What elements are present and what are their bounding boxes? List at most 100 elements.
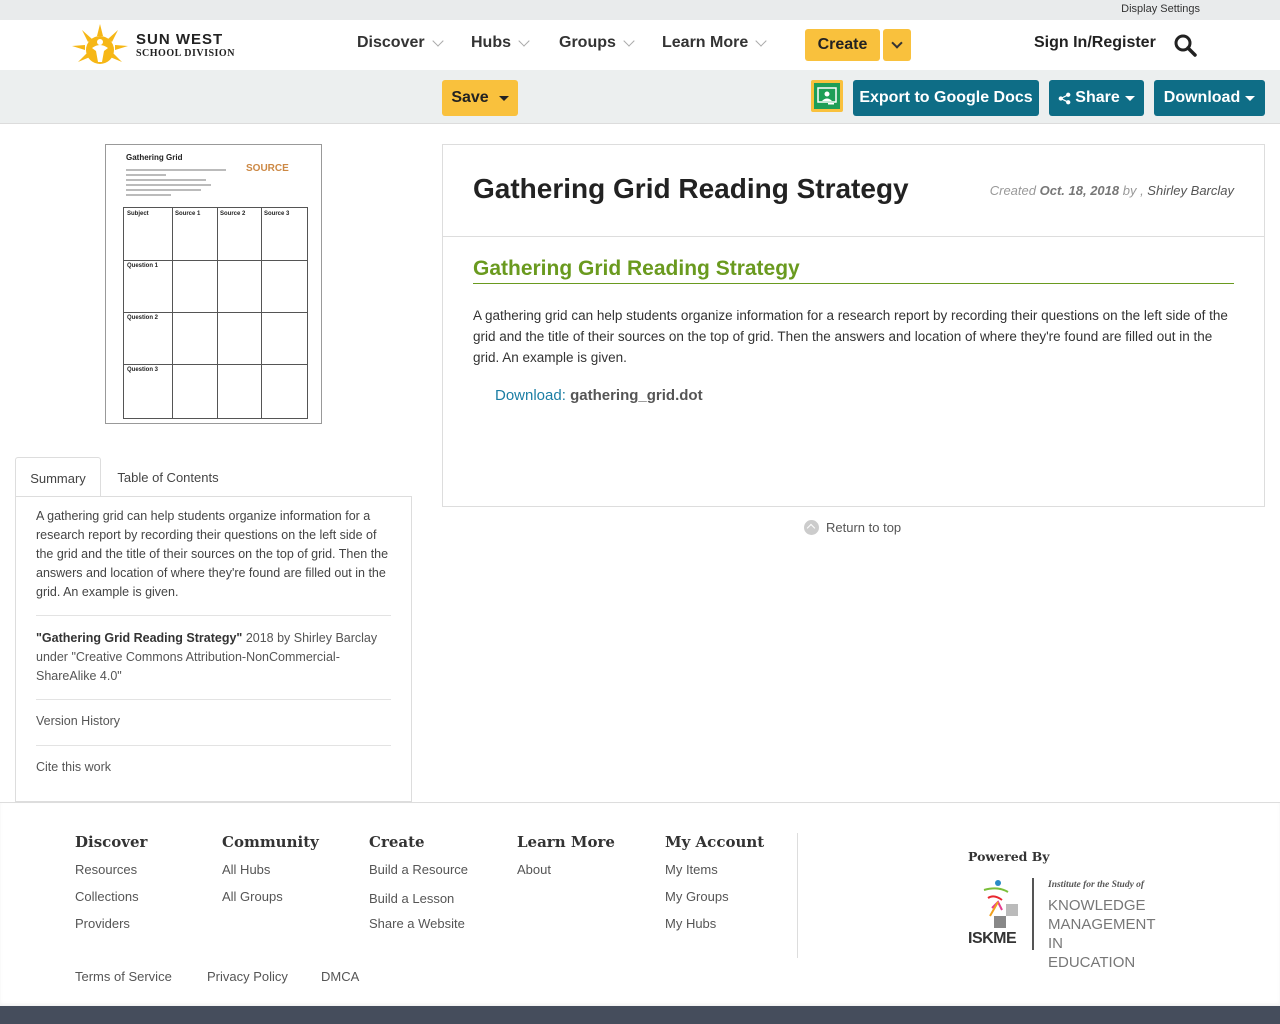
footer-heading: Learn More	[517, 833, 615, 851]
download-attachment-label[interactable]: Download:	[495, 387, 566, 404]
grid-row-label: Question 1	[127, 263, 159, 269]
footer-link-providers[interactable]: Providers	[75, 916, 147, 931]
iskme-name-line: MANAGEMENT IN	[1048, 916, 1156, 952]
summary-panel: A gathering grid can help students organ…	[15, 496, 412, 802]
footer-link-my-hubs[interactable]: My Hubs	[665, 916, 764, 931]
footer-bottom-bar	[0, 1006, 1280, 1024]
created-prefix: Created	[989, 183, 1040, 198]
nav-groups-label: Groups	[559, 34, 616, 51]
footer-link-resources[interactable]: Resources	[75, 862, 147, 877]
author-link[interactable]: Shirley Barclay	[1147, 183, 1234, 198]
iskme-name-line: EDUCATION	[1048, 954, 1136, 971]
return-to-top-link[interactable]: Return to top	[804, 520, 901, 535]
footer-link-about[interactable]: About	[517, 862, 615, 877]
iskme-acronym: ISKME	[968, 930, 1017, 947]
download-button-label: Download	[1163, 89, 1241, 106]
tab-summary[interactable]: Summary	[15, 457, 101, 498]
attribution-title: "Gathering Grid Reading Strategy"	[36, 631, 243, 645]
resource-card: Gathering Grid Reading Strategy Created …	[442, 144, 1265, 507]
footer-col-community: Community All Hubs All Groups	[222, 833, 319, 914]
brand-name: SUN WEST	[136, 30, 224, 48]
nav-groups[interactable]: Groups	[559, 34, 635, 52]
footer-heading: My Account	[665, 833, 765, 851]
created-date: Oct. 18, 2018	[1039, 183, 1120, 198]
version-history-link[interactable]: Version History	[36, 714, 120, 728]
created-info: Created Oct. 18, 2018 by , Shirley Barcl…	[990, 183, 1234, 198]
google-classroom-icon[interactable]	[811, 80, 843, 112]
footer-col-learn-more: Learn More About	[517, 833, 615, 887]
divider	[36, 745, 391, 746]
create-dropdown-toggle[interactable]	[883, 29, 911, 61]
resource-thumbnail[interactable]: Gathering Grid SOURCE Subject Source 1 S…	[105, 144, 322, 424]
sun-west-logo[interactable]: SUN WEST SCHOOL DIVISION	[70, 22, 240, 68]
sign-in-register-link[interactable]: Sign In/Register	[1034, 34, 1156, 52]
footer-heading: Create	[369, 833, 425, 851]
thumbnail-title: Gathering Grid	[126, 153, 183, 162]
download-attachment[interactable]: Download: gathering_grid.dot	[495, 387, 703, 404]
divider	[36, 699, 391, 700]
footer-link-share-website[interactable]: Share a Website	[369, 916, 468, 931]
sun-logo-icon	[72, 24, 128, 64]
footer-link-build-lesson[interactable]: Build a Lesson	[369, 891, 468, 906]
main-header: SUN WEST SCHOOL DIVISION Discover Hubs G…	[0, 20, 1280, 70]
footer-link-all-hubs[interactable]: All Hubs	[222, 862, 319, 877]
chevron-down-icon	[755, 35, 767, 47]
iskme-institute: Institute for the Study of	[1048, 880, 1145, 890]
create-button[interactable]: Create	[805, 29, 880, 61]
footer-heading: Discover	[75, 833, 148, 851]
utility-bar: Display Settings	[0, 0, 1280, 20]
footer-link-my-groups[interactable]: My Groups	[665, 889, 764, 904]
iskme-logo[interactable]: ISKME Institute for the Study of KNOWLED…	[968, 878, 1173, 971]
iskme-figure-icon	[983, 880, 1018, 928]
terms-of-service-link[interactable]: Terms of Service	[75, 969, 172, 984]
export-google-docs-button[interactable]: Export to Google Docs	[853, 80, 1039, 116]
footer-link-build-resource[interactable]: Build a Resource	[369, 862, 468, 877]
attribution: "Gathering Grid Reading Strategy" 2018 b…	[36, 629, 391, 686]
thumbnail-grid: Subject Source 1 Source 2 Source 3 Quest…	[123, 207, 308, 419]
powered-by-label: Powered By	[968, 849, 1050, 864]
footer-link-all-groups[interactable]: All Groups	[222, 889, 319, 904]
iskme-name-line: KNOWLEDGE	[1048, 897, 1146, 914]
summary-text: A gathering grid can help students organ…	[36, 509, 389, 599]
resource-card-header: Gathering Grid Reading Strategy Created …	[443, 145, 1264, 237]
brand-subtitle: SCHOOL DIVISION	[136, 47, 235, 59]
search-icon[interactable]	[1173, 33, 1197, 57]
footer-heading: Community	[222, 833, 319, 851]
chevron-down-icon	[518, 35, 530, 47]
save-button-label: Save	[451, 89, 489, 106]
save-button[interactable]: Save	[442, 80, 518, 116]
footer-col-create: Create Build a Resource Build a Lesson S…	[369, 833, 468, 941]
privacy-policy-link[interactable]: Privacy Policy	[207, 969, 288, 984]
grid-header-cell: Source 1	[175, 211, 201, 217]
cite-this-work-link[interactable]: Cite this work	[36, 760, 111, 774]
section-title: Gathering Grid Reading Strategy	[473, 257, 1234, 284]
download-filename[interactable]: gathering_grid.dot	[570, 387, 703, 404]
site-footer: Discover Resources Collections Providers…	[0, 802, 1280, 1006]
nav-discover[interactable]: Discover	[357, 34, 444, 52]
footer-divider	[797, 833, 798, 958]
dmca-link[interactable]: DMCA	[321, 969, 359, 984]
caret-down-icon	[498, 95, 509, 101]
chevron-down-icon	[623, 35, 635, 47]
caret-down-icon	[1124, 95, 1135, 101]
footer-link-my-items[interactable]: My Items	[665, 862, 764, 877]
grid-header-cell: Source 3	[264, 211, 290, 217]
download-button[interactable]: Download	[1154, 80, 1265, 116]
page-title: Gathering Grid Reading Strategy	[473, 173, 909, 204]
share-button[interactable]: Share	[1049, 80, 1144, 116]
share-icon	[1058, 92, 1071, 104]
source-logo: SOURCE	[246, 163, 289, 174]
display-settings-link[interactable]: Display Settings	[1121, 3, 1200, 15]
resource-description: A gathering grid can help students organ…	[473, 308, 1228, 365]
grid-header-cell: Source 2	[220, 211, 246, 217]
nav-hubs[interactable]: Hubs	[471, 34, 530, 52]
chevron-down-icon	[891, 37, 903, 49]
footer-col-my-account: My Account My Items My Groups My Hubs	[665, 833, 764, 941]
nav-learn-more[interactable]: Learn More	[662, 34, 767, 52]
tab-table-of-contents[interactable]: Table of Contents	[111, 457, 225, 497]
chevron-down-icon	[431, 35, 444, 47]
grid-row-label: Question 3	[127, 367, 159, 373]
created-by: by ,	[1119, 183, 1148, 198]
footer-link-collections[interactable]: Collections	[75, 889, 147, 904]
footer-col-discover: Discover Resources Collections Providers	[75, 833, 147, 941]
